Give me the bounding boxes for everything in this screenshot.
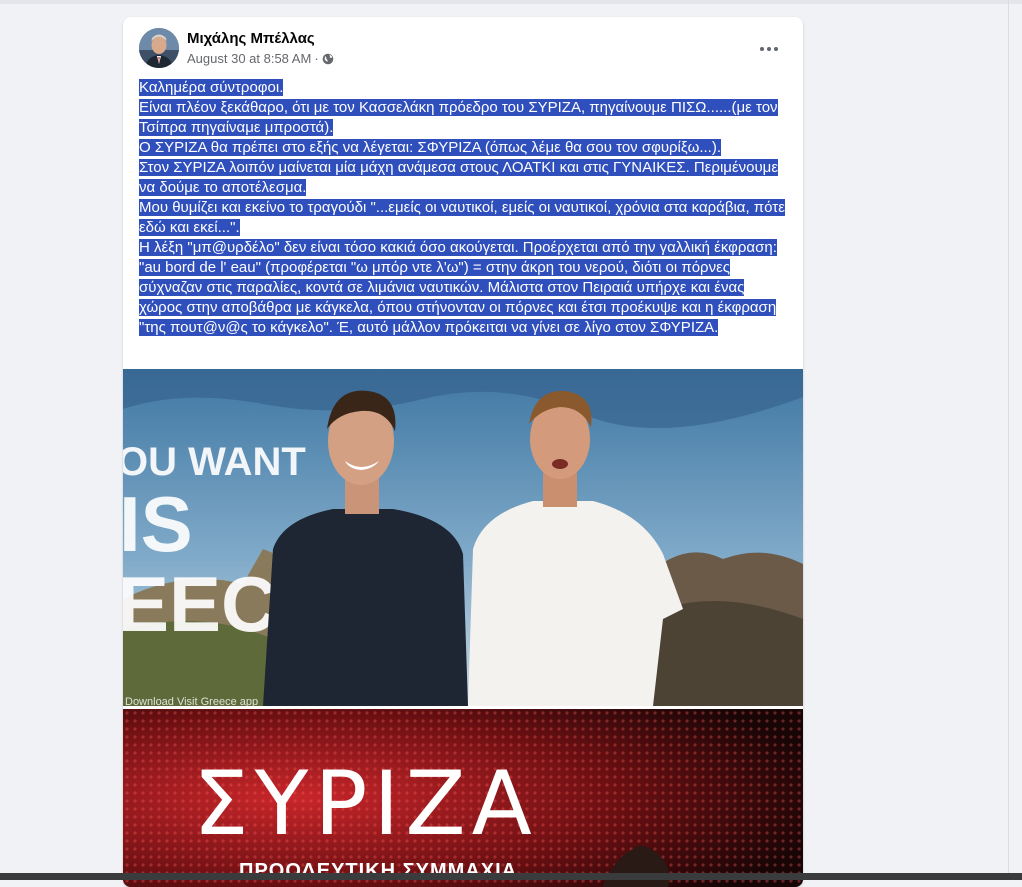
avatar[interactable]: [139, 28, 179, 68]
top-divider: [0, 0, 1022, 4]
post-photo-1[interactable]: OU WANT IS EECI Download Visit Greece ap…: [123, 369, 803, 706]
globe-icon[interactable]: [322, 53, 334, 65]
post-line: Η λέξη "μπ@υρδέλο" δεν είναι τόσο κακιά …: [139, 239, 777, 336]
syriza-logo: ΣΥΡΙΖΑ: [193, 752, 538, 855]
scrollbar-track[interactable]: [1008, 0, 1009, 880]
more-horizontal-icon: [760, 47, 764, 51]
more-options-button[interactable]: [751, 31, 787, 67]
post-timestamp[interactable]: August 30 at 8:58 AM: [187, 51, 311, 66]
post-meta: August 30 at 8:58 AM ·: [187, 51, 334, 66]
bg-text-1: OU WANT: [123, 440, 306, 484]
meta-separator: ·: [314, 51, 319, 66]
post-line: Μου θυμίζει και εκείνο το τραγούδι "...ε…: [139, 199, 785, 236]
post-text: Καλημέρα σύντροφοι. Είναι πλέον ξεκάθαρο…: [139, 78, 787, 338]
post-line: Ο ΣΥΡΙΖΑ θα πρέπει στο εξής να λέγεται: …: [139, 139, 721, 156]
feed-post: Μιχάλης Μπέλλας August 30 at 8:58 AM · Κ…: [123, 17, 803, 887]
post-line: Στον ΣΥΡΙΖΑ λοιπόν μαίνεται μία μάχη ανά…: [139, 159, 779, 196]
bg-text-2: IS: [123, 480, 193, 568]
author-name[interactable]: Μιχάλης Μπέλλας: [187, 30, 315, 47]
post-photo-2[interactable]: ΣΥΡΙΖΑ ΠΡΟΟΔΕΥΤΙΚΗ ΣΥΜΜΑΧΙΑ: [123, 709, 803, 887]
taskbar: [0, 873, 1022, 880]
post-line: Είναι πλέον ξεκάθαρο, ότι με τον Κασσελά…: [139, 99, 778, 136]
watermark: Download Visit Greece app: [125, 696, 258, 706]
post-line: Καλημέρα σύντροφοι.: [139, 79, 284, 96]
